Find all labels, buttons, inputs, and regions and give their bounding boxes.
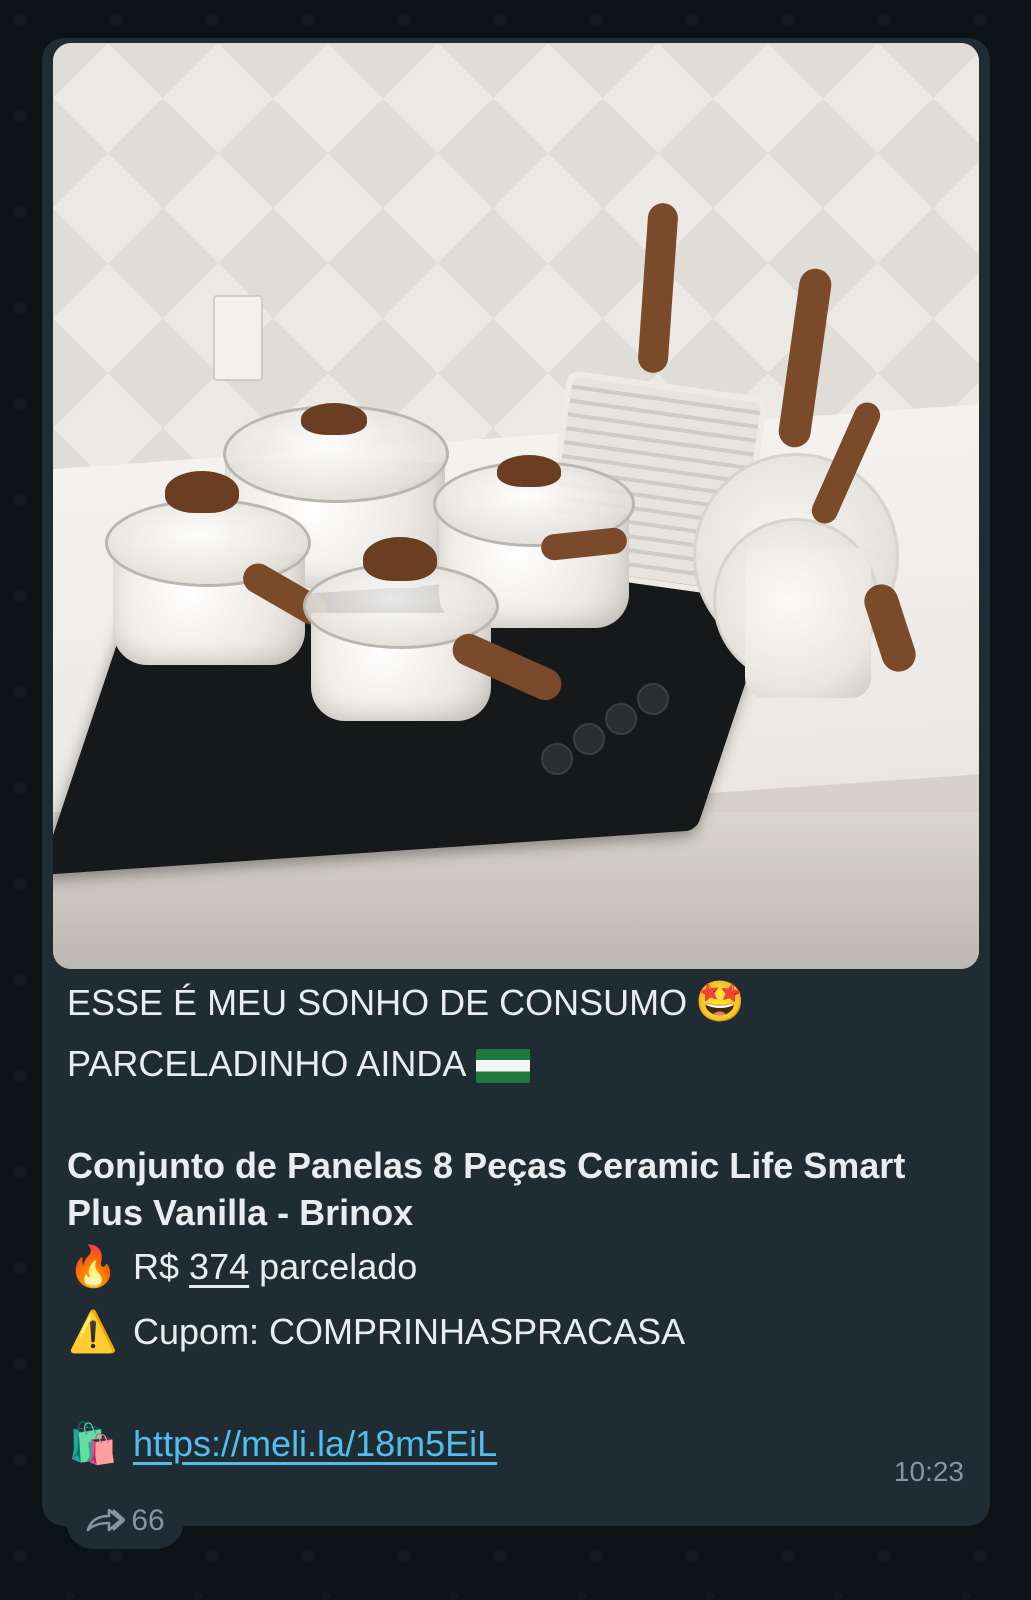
message-timestamp: 10:23 xyxy=(893,1456,964,1487)
message-bubble[interactable]: ESSE É MEU SONHO DE CONSUMO 🤩 PARCELADINH… xyxy=(42,38,990,1526)
coupon-text: Cupom: COMPRINHASPRACASA xyxy=(133,1310,686,1352)
milk-pot xyxy=(745,548,871,698)
product-title: Conjunto de Panelas 8 Peças Ceramic Life… xyxy=(67,1145,906,1233)
wall-socket xyxy=(213,295,263,381)
shopping-bags-emoji: 🛍️ xyxy=(68,1421,118,1467)
cooktop-knob xyxy=(637,683,669,715)
cooktop-knob xyxy=(541,743,573,775)
price-suffix: parcelado xyxy=(259,1245,418,1287)
intro-line-1-text: ESSE É MEU SONHO DE CONSUMO xyxy=(67,982,688,1023)
lid-knob xyxy=(363,537,437,581)
price-prefix: R$ xyxy=(133,1245,180,1287)
product-photo[interactable] xyxy=(53,43,979,969)
forward-icon xyxy=(87,1508,126,1532)
warning-emoji: ⚠️ xyxy=(68,1309,118,1355)
price-value[interactable]: 374 xyxy=(189,1246,249,1288)
link-line: 🛍️ https://meli.la/18m5EiL xyxy=(67,1420,497,1467)
forward-count: 66 xyxy=(131,1504,165,1537)
intro-line-2: PARCELADINHO AINDA xyxy=(67,1043,531,1085)
cooktop-knob xyxy=(573,723,605,755)
intro-line-2-text: PARCELADINHO AINDA xyxy=(67,1043,467,1084)
lid-knob xyxy=(301,403,367,435)
lid-knob xyxy=(165,471,239,513)
forward-count-button[interactable]: 66 xyxy=(66,1493,184,1549)
star-struck-emoji: 🤩 xyxy=(695,979,745,1025)
banknote-emoji-icon xyxy=(476,1049,531,1084)
price-line: 🔥 R$ 374 parcelado xyxy=(67,1243,417,1290)
cooktop-knob xyxy=(605,703,637,735)
fire-emoji: 🔥 xyxy=(68,1244,118,1290)
product-link[interactable]: https://meli.la/18m5EiL xyxy=(133,1423,497,1465)
intro-line-1: ESSE É MEU SONHO DE CONSUMO 🤩 xyxy=(67,978,745,1025)
lid-knob xyxy=(497,455,561,487)
coupon-line: ⚠️ Cupom: COMPRINHASPRACASA xyxy=(67,1308,685,1355)
